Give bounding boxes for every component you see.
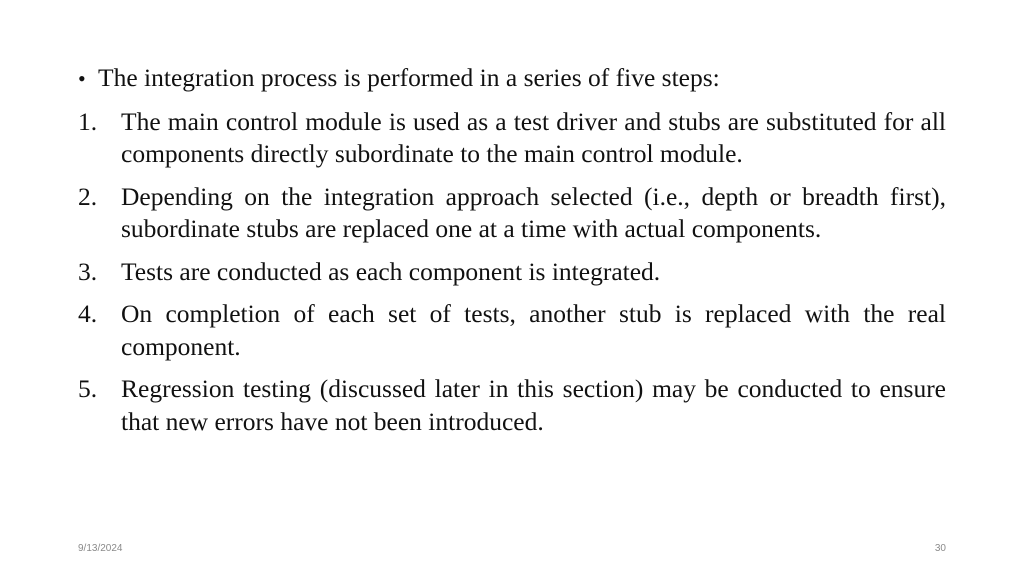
step-number: 3. [78,256,98,286]
slide: • The integration process is performed i… [0,0,1024,576]
steps-list: 1. The main control module is used as a … [78,106,946,439]
step-number: 4. [78,299,98,328]
intro-text: The integration process is performed in … [98,63,720,92]
step-text: Tests are conducted as each component is… [121,256,661,286]
step-number: 2. [78,181,98,211]
step-item: 5. Regression testing (discussed later i… [78,373,946,438]
slide-number: 30 [934,543,946,554]
step-item: 3. Tests are conducted as each component… [78,256,946,289]
step-text: Depending on the integration approach se… [121,181,946,244]
footer-date: 9/13/2024 [78,543,123,554]
step-number: 1. [78,106,98,136]
slide-content: • The integration process is performed i… [78,62,946,448]
intro-bullet: • The integration process is performed i… [78,62,946,96]
step-text: The main control module is used as a tes… [121,106,946,169]
step-item: 1. The main control module is used as a … [78,106,946,171]
step-number: 5. [78,374,98,403]
bullet-icon: • [78,66,86,91]
step-text: Regression testing (discussed later in t… [121,374,946,436]
step-item: 4. On completion of each set of tests, a… [78,298,946,363]
step-text: On completion of each set of tests, anot… [121,299,946,361]
step-item: 2. Depending on the integration approach… [78,181,946,246]
